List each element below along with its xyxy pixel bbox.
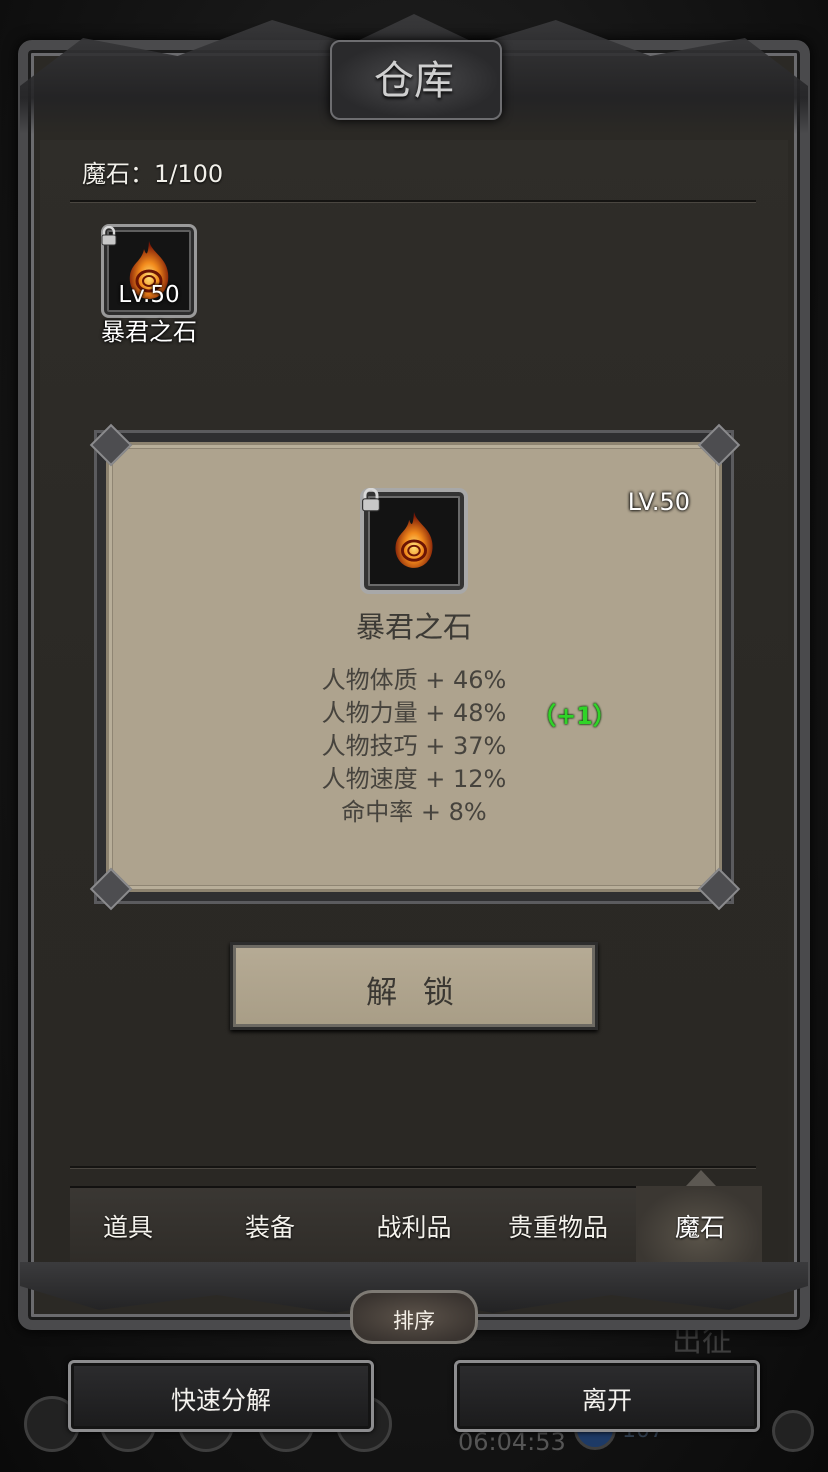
stat-bonus: （+1） (532, 702, 617, 730)
stat-line: 命中率 + 8% (341, 798, 487, 826)
quick-decompose-button[interactable]: 快速分解 (68, 1360, 374, 1432)
lock-icon (360, 487, 382, 512)
unlock-button-label: 解 锁 (366, 975, 462, 1011)
detail-level: LV.50 (627, 488, 690, 516)
tab-magic-stones[interactable]: 魔石 (630, 1208, 770, 1244)
magic-stone-count: 魔石：1/100 (82, 160, 224, 188)
tab-divider (70, 1166, 756, 1169)
window-title: 仓库 (374, 58, 454, 104)
tab-items[interactable]: 道具 (58, 1208, 198, 1244)
flame-stone-icon (388, 508, 440, 572)
stat-line: 人物速度 + 12% (321, 765, 507, 793)
timer-text: 06:04:53 (458, 1428, 566, 1456)
quick-decompose-label: 快速分解 (170, 1386, 271, 1415)
leave-label: 离开 (581, 1386, 632, 1415)
stat-line: 人物力量 + 48% (321, 699, 507, 727)
lock-icon (100, 225, 118, 246)
slot-item-name: 暴君之石 (101, 318, 197, 346)
unlock-button[interactable]: 解 锁 (230, 942, 598, 1030)
sort-button[interactable]: 排序 (350, 1290, 478, 1344)
tab-equipment[interactable]: 装备 (200, 1208, 340, 1244)
divider (70, 200, 756, 203)
stat-line: 人物技巧 + 37% (321, 732, 507, 760)
detail-item-name: 暴君之石 (355, 610, 472, 644)
plus-icon (772, 1410, 814, 1452)
stat-line: 人物体质 + 46% (321, 666, 507, 694)
slot-level: Lv.50 (118, 282, 180, 308)
tab-loot[interactable]: 战利品 (344, 1208, 484, 1244)
tab-valuables[interactable]: 贵重物品 (488, 1208, 628, 1244)
sort-button-label: 排序 (393, 1309, 435, 1333)
leave-button[interactable]: 离开 (454, 1360, 760, 1432)
